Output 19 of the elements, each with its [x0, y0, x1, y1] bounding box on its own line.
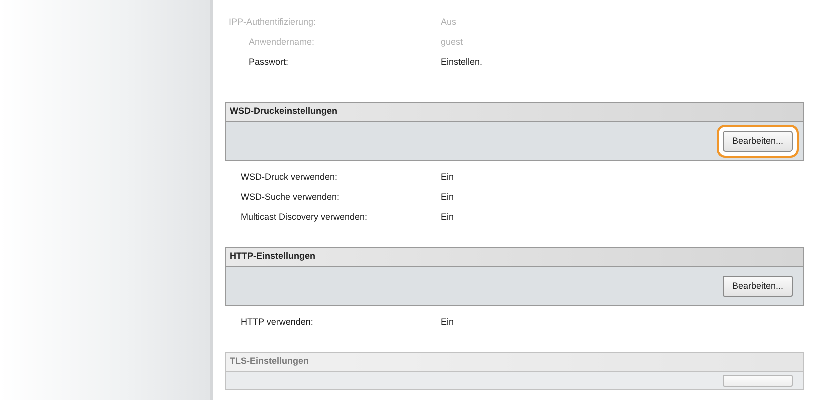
setting-label: Multicast Discovery verwenden: — [241, 211, 369, 224]
setting-value: guest — [441, 36, 464, 49]
setting-value: Ein — [441, 316, 456, 329]
setting-label: Passwort: — [249, 56, 290, 69]
edit-button[interactable]: Bearbeiten... — [723, 276, 793, 297]
setting-label: Anwendername: — [249, 36, 316, 49]
setting-label: WSD-Suche verwenden: — [241, 191, 341, 204]
setting-value: Ein — [441, 171, 456, 184]
section-header: WSD-Druckeinstellungen — [225, 102, 804, 122]
setting-value: Ein — [441, 191, 456, 204]
setting-value: Einstellen. — [441, 56, 484, 69]
setting-label: IPP-Authentifizierung: — [229, 16, 318, 29]
setting-label: WSD-Druck verwenden: — [241, 171, 339, 184]
setting-value: Aus — [441, 16, 458, 29]
edit-button[interactable] — [723, 374, 793, 386]
section-header: TLS-Einstellungen — [225, 352, 804, 372]
setting-label: HTTP verwenden: — [241, 316, 314, 329]
setting-value: Ein — [441, 211, 456, 224]
section-header: HTTP-Einstellungen — [225, 247, 804, 266]
